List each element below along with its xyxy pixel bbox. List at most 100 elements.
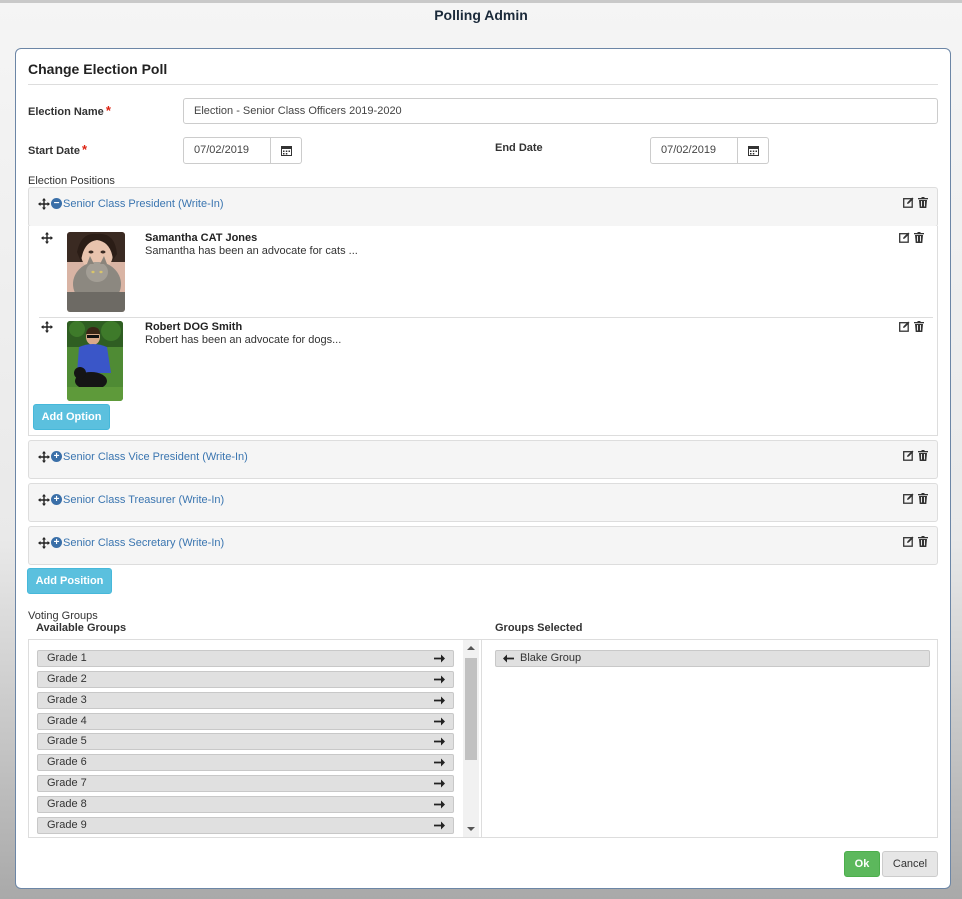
option-item: Robert DOG Smith Robert has been an advo…: [29, 321, 937, 403]
trash-icon[interactable]: [914, 232, 925, 243]
trash-icon[interactable]: [918, 197, 929, 208]
position-panel: + Senior Class Secretary (Write-In): [28, 526, 938, 565]
edit-icon[interactable]: [903, 197, 914, 208]
voting-groups-label: Voting Groups: [28, 610, 98, 622]
end-date-input[interactable]: 07/02/2019: [650, 137, 738, 164]
arrow-right-icon: [434, 758, 445, 767]
available-group-item[interactable]: Grade 5: [37, 733, 454, 750]
option-actions: [899, 321, 925, 332]
app-title: Polling Admin: [434, 7, 528, 23]
trash-icon[interactable]: [918, 536, 929, 547]
position-actions: [903, 450, 929, 461]
candidate-photo: [67, 232, 125, 312]
options-list: Samantha CAT Jones Samantha has been an …: [28, 226, 938, 436]
available-group-item[interactable]: Grade 7: [37, 775, 454, 792]
top-strip: [0, 0, 962, 3]
groups-selected-label: Groups Selected: [495, 622, 583, 634]
edit-icon[interactable]: [899, 321, 910, 332]
available-groups-scrollbar[interactable]: [463, 640, 479, 837]
available-group-item[interactable]: Grade 6: [37, 754, 454, 771]
plus-circle-icon[interactable]: +: [51, 451, 62, 462]
move-icon[interactable]: [37, 536, 50, 549]
position-title[interactable]: Senior Class President (Write-In): [63, 198, 224, 210]
election-positions-label: Election Positions: [28, 175, 115, 187]
end-date-picker: 07/02/2019: [650, 137, 769, 164]
option-description: Robert has been an advocate for dogs...: [145, 334, 342, 346]
available-group-item[interactable]: Grade 1: [37, 650, 454, 667]
option-name: Robert DOG Smith: [145, 321, 243, 333]
arrow-right-icon: [434, 800, 445, 809]
option-item: Samantha CAT Jones Samantha has been an …: [29, 232, 937, 317]
edit-icon[interactable]: [903, 493, 914, 504]
available-group-item[interactable]: Grade 3: [37, 692, 454, 709]
selected-group-item[interactable]: Blake Group: [495, 650, 930, 667]
available-group-item[interactable]: Grade 2: [37, 671, 454, 688]
option-divider: [39, 317, 933, 318]
election-name-label: Election Name *: [28, 103, 111, 118]
scroll-up-arrow-icon[interactable]: [467, 646, 475, 650]
election-name-input[interactable]: Election - Senior Class Officers 2019-20…: [183, 98, 938, 124]
move-icon[interactable]: [37, 450, 50, 463]
option-name: Samantha CAT Jones: [145, 232, 258, 244]
position-actions: [903, 493, 929, 504]
arrow-right-icon: [434, 779, 445, 788]
position-actions: [903, 197, 929, 208]
end-date-calendar-button[interactable]: [738, 137, 769, 164]
candidate-photo: [67, 321, 123, 401]
arrow-right-icon: [434, 821, 445, 830]
trash-icon[interactable]: [918, 450, 929, 461]
position-actions: [903, 536, 929, 547]
groups-divider: [481, 640, 482, 837]
dialog-title: Change Election Poll: [28, 61, 168, 77]
start-date-calendar-button[interactable]: [271, 137, 302, 164]
position-header: + Senior Class Secretary (Write-In): [37, 536, 224, 549]
available-group-item[interactable]: Grade 4: [37, 713, 454, 730]
edit-icon[interactable]: [903, 536, 914, 547]
available-group-item[interactable]: Grade 9: [37, 817, 454, 834]
plus-circle-icon[interactable]: +: [51, 494, 62, 505]
trash-icon[interactable]: [914, 321, 925, 332]
calendar-icon: [280, 146, 292, 156]
arrow-right-icon: [434, 675, 445, 684]
trash-icon[interactable]: [918, 493, 929, 504]
title-divider: [28, 84, 938, 85]
scroll-thumb[interactable]: [465, 658, 477, 760]
start-date-label: Start Date *: [28, 142, 88, 157]
required-marker: *: [105, 103, 111, 118]
position-title[interactable]: Senior Class Treasurer (Write-In): [63, 494, 224, 506]
move-icon[interactable]: [37, 493, 50, 506]
position-panel: − Senior Class President (Write-In): [28, 187, 938, 227]
cancel-button[interactable]: Cancel: [882, 851, 938, 877]
ok-button[interactable]: Ok: [844, 851, 880, 877]
move-icon[interactable]: [37, 197, 50, 210]
position-title[interactable]: Senior Class Secretary (Write-In): [63, 537, 224, 549]
arrow-right-icon: [434, 654, 445, 663]
arrow-right-icon: [434, 696, 445, 705]
position-title[interactable]: Senior Class Vice President (Write-In): [63, 451, 248, 463]
edit-icon[interactable]: [903, 450, 914, 461]
voting-groups-picker: Grade 1 Grade 2 Grade 3 Grade 4 Grade 5 …: [28, 639, 938, 838]
arrow-left-icon: [503, 654, 514, 663]
available-group-item[interactable]: Grade 8: [37, 796, 454, 813]
add-option-button[interactable]: Add Option: [33, 404, 110, 430]
plus-circle-icon[interactable]: +: [51, 537, 62, 548]
calendar-icon: [747, 146, 759, 156]
end-date-label: End Date: [495, 142, 543, 154]
arrow-right-icon: [434, 737, 445, 746]
add-position-button[interactable]: Add Position: [27, 568, 112, 594]
position-header: + Senior Class Vice President (Write-In): [37, 450, 248, 463]
move-icon[interactable]: [41, 321, 53, 336]
minus-circle-icon[interactable]: −: [51, 198, 62, 209]
change-election-dialog: Change Election Poll Election Name * Elec…: [15, 48, 951, 889]
position-panel: + Senior Class Treasurer (Write-In): [28, 483, 938, 522]
position-header: − Senior Class President (Write-In): [37, 197, 224, 210]
position-panel: + Senior Class Vice President (Write-In): [28, 440, 938, 479]
move-icon[interactable]: [41, 232, 53, 247]
available-groups-list: Grade 1 Grade 2 Grade 3 Grade 4 Grade 5 …: [29, 640, 479, 837]
scroll-down-arrow-icon[interactable]: [467, 827, 475, 831]
option-description: Samantha has been an advocate for cats .…: [145, 245, 358, 257]
start-date-input[interactable]: 07/02/2019: [183, 137, 271, 164]
option-actions: [899, 232, 925, 243]
position-header: + Senior Class Treasurer (Write-In): [37, 493, 224, 506]
edit-icon[interactable]: [899, 232, 910, 243]
